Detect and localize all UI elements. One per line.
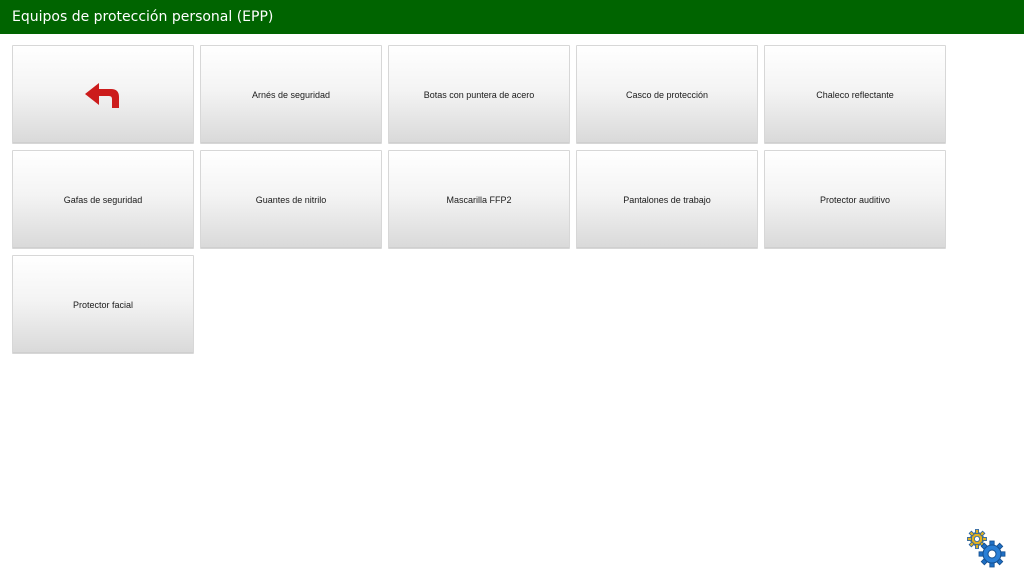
tile-gafas-de-seguridad[interactable]: Gafas de seguridad (12, 150, 194, 249)
page-title: Equipos de protección personal (EPP) (0, 0, 1024, 34)
back-arrow-icon (84, 81, 122, 109)
tile-protector-facial[interactable]: Protector facial (12, 255, 194, 354)
product-grid: Arnés de seguridad Botas con puntera de … (12, 45, 952, 354)
settings-button[interactable] (966, 528, 1006, 568)
tile-guantes-de-nitrilo[interactable]: Guantes de nitrilo (200, 150, 382, 249)
tile-casco-de-proteccion[interactable]: Casco de protección (576, 45, 758, 144)
tile-mascarilla-ffp2[interactable]: Mascarilla FFP2 (388, 150, 570, 249)
tile-protector-auditivo[interactable]: Protector auditivo (764, 150, 946, 249)
tile-pantalones-de-trabajo[interactable]: Pantalones de trabajo (576, 150, 758, 249)
tile-arnes-de-seguridad[interactable]: Arnés de seguridad (200, 45, 382, 144)
tile-chaleco-reflectante[interactable]: Chaleco reflectante (764, 45, 946, 144)
settings-gears-icon (967, 529, 1006, 568)
tile-botas-con-puntera-de-acero[interactable]: Botas con puntera de acero (388, 45, 570, 144)
back-button[interactable] (12, 45, 194, 144)
